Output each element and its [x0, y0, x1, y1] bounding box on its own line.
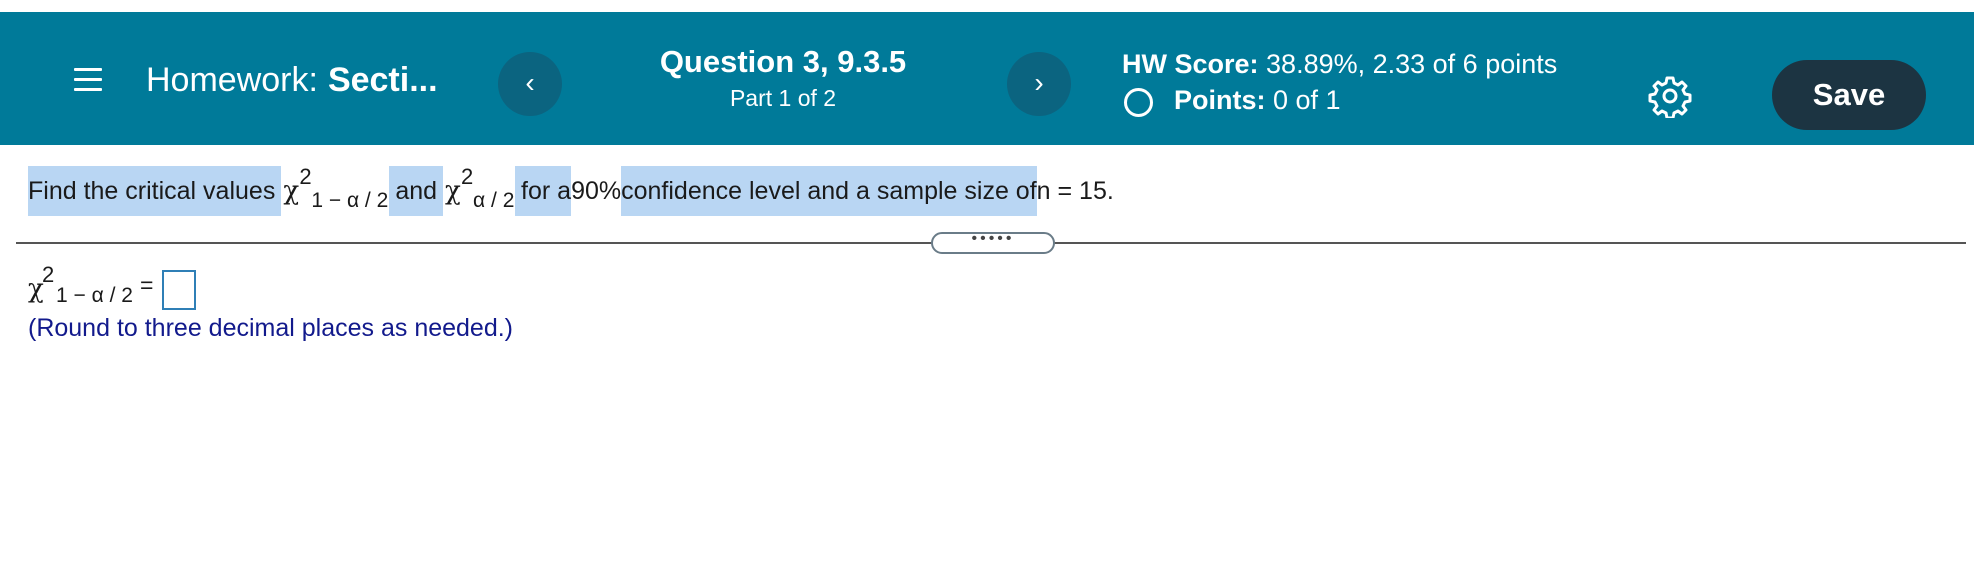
n-variable: n	[1036, 177, 1051, 205]
expand-handle[interactable]: •••••	[931, 231, 1055, 254]
question-intro: Find the critical values	[28, 166, 282, 216]
chi-exponent: 2	[299, 164, 312, 189]
homework-title: Homework: Secti...	[146, 60, 438, 100]
gear-icon[interactable]	[1648, 74, 1692, 120]
header-bar: Homework: Secti... ‹ Question 3, 9.3.5 Pa…	[0, 12, 1974, 145]
chi-upper-subscript: α / 2	[473, 189, 515, 212]
chi-symbol: χ	[283, 176, 300, 206]
previous-question-button[interactable]: ‹	[498, 52, 562, 116]
chevron-right-icon: ›	[1034, 67, 1044, 98]
next-question-button[interactable]: ›	[1007, 52, 1071, 116]
confidence-value: 90%	[571, 177, 622, 205]
question-part: Part 1 of 2	[729, 85, 837, 111]
hamburger-menu-icon[interactable]	[74, 68, 102, 92]
chi-exponent: 2	[42, 262, 55, 287]
chevron-left-icon: ‹	[525, 67, 535, 98]
hw-score: HW Score: 38.89%, 2.33 of 6 points	[1122, 46, 1557, 82]
answer-input[interactable]	[162, 270, 196, 310]
chi-lower-subscript: 1 − α / 2	[311, 189, 389, 212]
top-strip	[0, 0, 1974, 12]
chi-square-upper: χ2α / 2	[443, 164, 515, 216]
chi-answer-subscript: 1 − α / 2	[56, 284, 133, 307]
question-info: Question 3, 9.3.5 Part 1 of 2	[630, 42, 936, 112]
hw-score-label: HW Score:	[1122, 49, 1259, 79]
chi-exponent: 2	[461, 164, 474, 189]
save-button[interactable]: Save	[1772, 60, 1926, 130]
question-title: Question 3, 9.3.5	[659, 44, 907, 79]
question-text: Find the critical values χ21 − α / 2 and χ…	[28, 164, 1114, 216]
rounding-hint: (Round to three decimal places as needed…	[28, 314, 514, 342]
hw-score-value: 38.89%, 2.33 of 6 points	[1258, 49, 1558, 79]
points-label: Points:	[1174, 85, 1266, 115]
points-value: 0 of 1	[1265, 85, 1341, 115]
question-and: and	[389, 166, 444, 216]
chi-square-lower: χ21 − α / 2	[281, 164, 389, 216]
score-block: HW Score: 38.89%, 2.33 of 6 points Point…	[1122, 46, 1557, 118]
question-mid2: confidence level and a sample size of	[621, 166, 1037, 216]
equals-sign: =	[140, 272, 154, 298]
chi-symbol: χ	[445, 176, 461, 206]
n-value: = 15.	[1050, 177, 1114, 205]
homework-name: Secti...	[327, 61, 438, 99]
points-row: Points: 0 of 1	[1122, 82, 1557, 118]
circle-status-icon	[1124, 88, 1153, 117]
homework-label: Homework:	[146, 61, 318, 99]
question-mid1: for a	[515, 166, 572, 216]
